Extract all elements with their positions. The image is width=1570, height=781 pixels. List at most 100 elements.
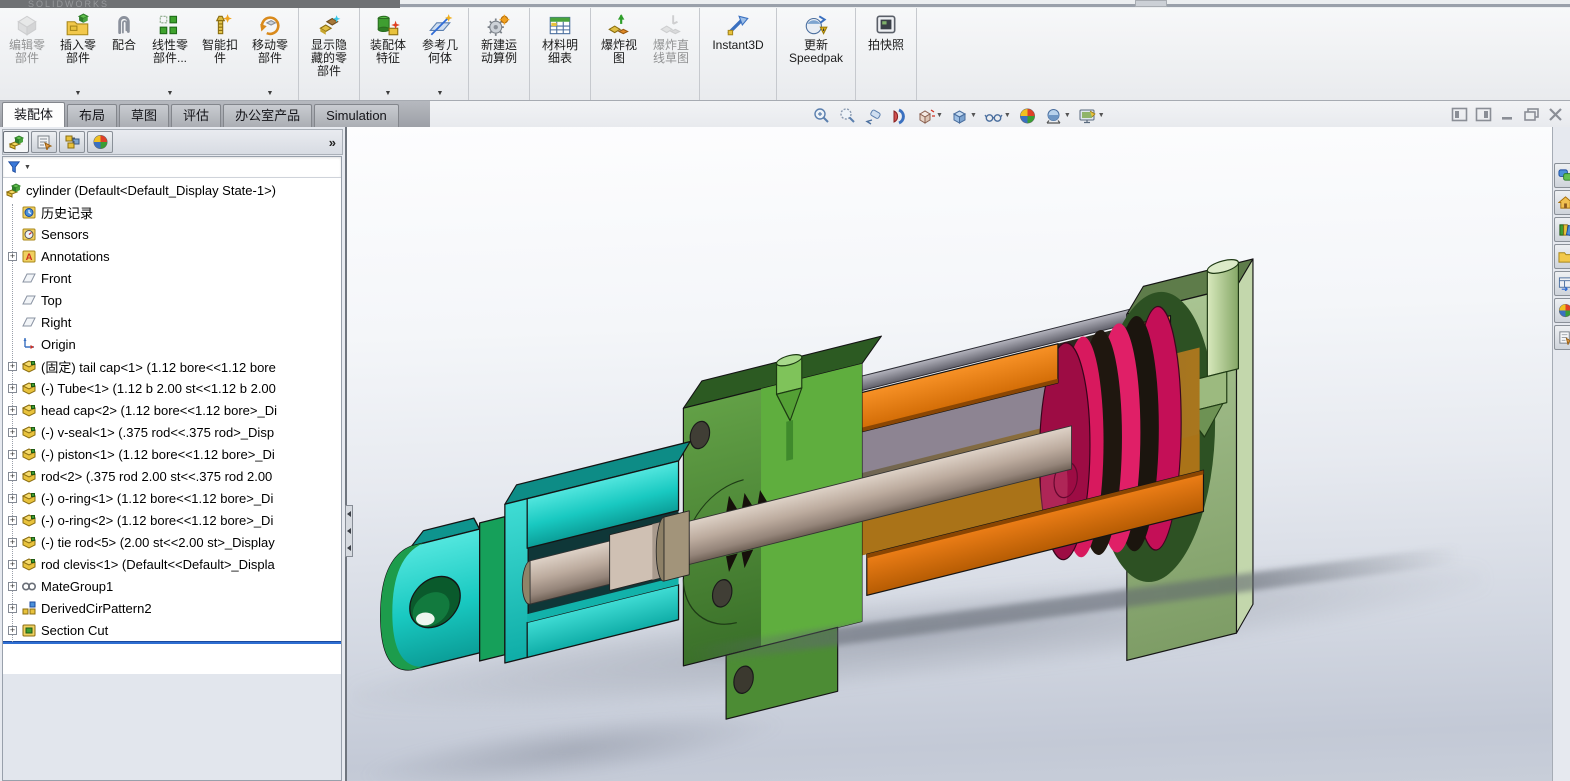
apply-scene-button[interactable]: ▼	[1042, 106, 1073, 126]
tab-assembly[interactable]: 装配体	[2, 102, 65, 127]
dropdown-arrow-icon[interactable]: ▼	[385, 90, 392, 100]
assembly-features-button[interactable]: 装配体 特征 ▼	[362, 8, 414, 100]
expand-toggle[interactable]: +	[8, 582, 17, 591]
hide-show-items-button[interactable]: ▼	[982, 106, 1013, 126]
take-snapshot-button[interactable]: 拍快照	[858, 8, 914, 100]
tree-item-rod[interactable]: +rod<2> (.375 rod 2.00 st<<.375 rod 2.00	[3, 465, 341, 487]
tree-item-front-plane[interactable]: Front	[3, 267, 341, 289]
tree-item-rod-clevis[interactable]: +rod clevis<1> (Default<<Default>_Displa	[3, 553, 341, 575]
tree-item-head-cap[interactable]: +head cap<2> (1.12 bore<<1.12 bore>_Di	[3, 399, 341, 421]
close-button[interactable]	[1547, 107, 1564, 122]
explode-line-sketch-button[interactable]: 爆炸直 线草图	[645, 8, 697, 100]
tree-item-tube[interactable]: +(-) Tube<1> (1.12 b 2.00 st<<1.12 b 2.0…	[3, 377, 341, 399]
expand-toggle[interactable]: +	[8, 538, 17, 547]
reference-geometry-button[interactable]: 参考几 何体 ▼	[414, 8, 466, 100]
dropdown-arrow-icon[interactable]: ▼	[167, 90, 174, 100]
tree-item-tail-cap[interactable]: +(固定) tail cap<1> (1.12 bore<<1.12 bore	[3, 355, 341, 377]
propertymanager-tab[interactable]	[31, 131, 57, 153]
mate-button[interactable]: 配合	[104, 8, 144, 100]
cylinder-assembly-model[interactable]	[347, 127, 1570, 781]
tab-sketch[interactable]: 草图	[119, 104, 169, 127]
expand-toggle[interactable]: +	[8, 406, 17, 415]
edit-component-button[interactable]: 编辑零 部件	[2, 8, 52, 100]
tree-item-mategroup[interactable]: +MateGroup1	[3, 575, 341, 597]
tree-item-origin[interactable]: Origin	[3, 333, 341, 355]
tree-item-top-plane[interactable]: Top	[3, 289, 341, 311]
tree-item-section-cut[interactable]: +Section Cut	[3, 619, 341, 641]
tab-office-products[interactable]: 办公室产品	[223, 104, 312, 127]
tree-item-v-seal[interactable]: +(-) v-seal<1> (.375 rod<<.375 rod>_Disp	[3, 421, 341, 443]
tree-item-sensors[interactable]: Sensors	[3, 223, 341, 245]
tree-item-cylinder[interactable]: cylinder (Default<Default_Display State-…	[3, 179, 341, 201]
dropdown-arrow-icon[interactable]: ▼	[267, 90, 274, 100]
update-speedpak-button[interactable]: 更新 Speedpak	[779, 8, 853, 100]
design-library-tab[interactable]	[1554, 217, 1570, 242]
graphics-viewport[interactable]	[347, 127, 1570, 781]
panel-splitter-handle[interactable]	[345, 505, 353, 557]
panel-overflow-chevron[interactable]: »	[329, 135, 342, 150]
smart-fasteners-button[interactable]: 智能扣 件	[196, 8, 244, 100]
show-hidden-components-button[interactable]: 显示隐 藏的零 部件	[301, 8, 357, 100]
tree-item-piston[interactable]: +(-) piston<1> (1.12 bore<<1.12 bore>_Di	[3, 443, 341, 465]
edit-appearance-button[interactable]	[1016, 106, 1039, 126]
dropdown-arrow-icon[interactable]: ▼	[1004, 112, 1011, 119]
minimize-button[interactable]	[1499, 107, 1516, 122]
home-tab[interactable]	[1554, 190, 1570, 215]
collapse-right-pane-button[interactable]	[1475, 107, 1492, 122]
custom-properties-tab[interactable]	[1554, 325, 1570, 350]
dropdown-arrow-icon[interactable]: ▼	[970, 112, 977, 119]
dropdown-arrow-icon[interactable]: ▼	[437, 90, 444, 100]
configuration-manager-tab[interactable]	[59, 131, 85, 153]
expand-toggle[interactable]: +	[8, 516, 17, 525]
filter-dropdown-arrow[interactable]: ▼	[24, 164, 31, 171]
linear-component-pattern-button[interactable]: 线性零 部件... ▼	[144, 8, 196, 100]
expand-toggle[interactable]: +	[8, 384, 17, 393]
tree-filter-bar[interactable]: ▼	[3, 157, 341, 178]
expand-toggle[interactable]: +	[8, 494, 17, 503]
bill-of-materials-button[interactable]: 材料明 细表	[532, 8, 588, 100]
dropdown-arrow-icon[interactable]: ▼	[75, 90, 82, 100]
expand-toggle[interactable]: +	[8, 362, 17, 371]
display-style-button[interactable]: ▼	[948, 106, 979, 126]
tree-item-o-ring-1[interactable]: +(-) o-ring<1> (1.12 bore<<1.12 bore>_Di	[3, 487, 341, 509]
tab-layout[interactable]: 布局	[67, 104, 117, 127]
expand-toggle[interactable]: +	[8, 626, 17, 635]
dropdown-arrow-icon[interactable]: ▼	[936, 112, 943, 119]
tab-evaluate[interactable]: 评估	[171, 104, 221, 127]
solidworks-resources-tab[interactable]	[1554, 163, 1570, 188]
expand-toggle[interactable]: +	[8, 450, 17, 459]
tree-item-history[interactable]: 历史记录	[3, 201, 341, 223]
tree-item-tie-rod[interactable]: +(-) tie rod<5> (2.00 st<<2.00 st>_Displ…	[3, 531, 341, 553]
expand-toggle[interactable]: +	[8, 604, 17, 613]
restore-button[interactable]	[1523, 107, 1540, 122]
dropdown-arrow-icon[interactable]: ▼	[1098, 112, 1105, 119]
exploded-view-button[interactable]: 爆炸视 图	[593, 8, 645, 100]
displaymanager-tab[interactable]	[87, 131, 113, 153]
dropdown-arrow-icon[interactable]: ▼	[1064, 112, 1071, 119]
expand-toggle[interactable]: +	[8, 428, 17, 437]
view-palette-tab[interactable]	[1554, 271, 1570, 296]
file-explorer-tab[interactable]	[1554, 244, 1570, 269]
tree-item-annotations[interactable]: +Annotations	[3, 245, 341, 267]
section-view-button[interactable]	[888, 106, 911, 126]
tree-item-right-plane[interactable]: Right	[3, 311, 341, 333]
rollback-bar[interactable]	[3, 641, 341, 644]
view-settings-button[interactable]: ▼	[1076, 106, 1107, 126]
collapse-left-pane-button[interactable]	[1451, 107, 1468, 122]
tab-simulation[interactable]: Simulation	[314, 104, 399, 127]
previous-view-button[interactable]	[862, 106, 885, 126]
zoom-to-area-button[interactable]	[836, 106, 859, 126]
insert-components-button[interactable]: 插入零 部件 ▼	[52, 8, 104, 100]
expand-toggle[interactable]: +	[8, 560, 17, 569]
expand-toggle[interactable]: +	[8, 252, 17, 261]
expand-toggle[interactable]: +	[8, 472, 17, 481]
tree-item-derivedcirpattern[interactable]: +DerivedCirPattern2	[3, 597, 341, 619]
tree-item-o-ring-2[interactable]: +(-) o-ring<2> (1.12 bore<<1.12 bore>_Di	[3, 509, 341, 531]
instant3d-button[interactable]: Instant3D	[702, 8, 774, 100]
view-orientation-button[interactable]: ▼	[914, 106, 945, 126]
featuremanager-tree-tab[interactable]	[3, 131, 29, 153]
appearances-scenes-tab[interactable]	[1554, 298, 1570, 323]
move-component-button[interactable]: 移动零 部件 ▼	[244, 8, 296, 100]
new-motion-study-button[interactable]: 新建运 动算例	[471, 8, 527, 100]
zoom-to-fit-button[interactable]	[810, 106, 833, 126]
